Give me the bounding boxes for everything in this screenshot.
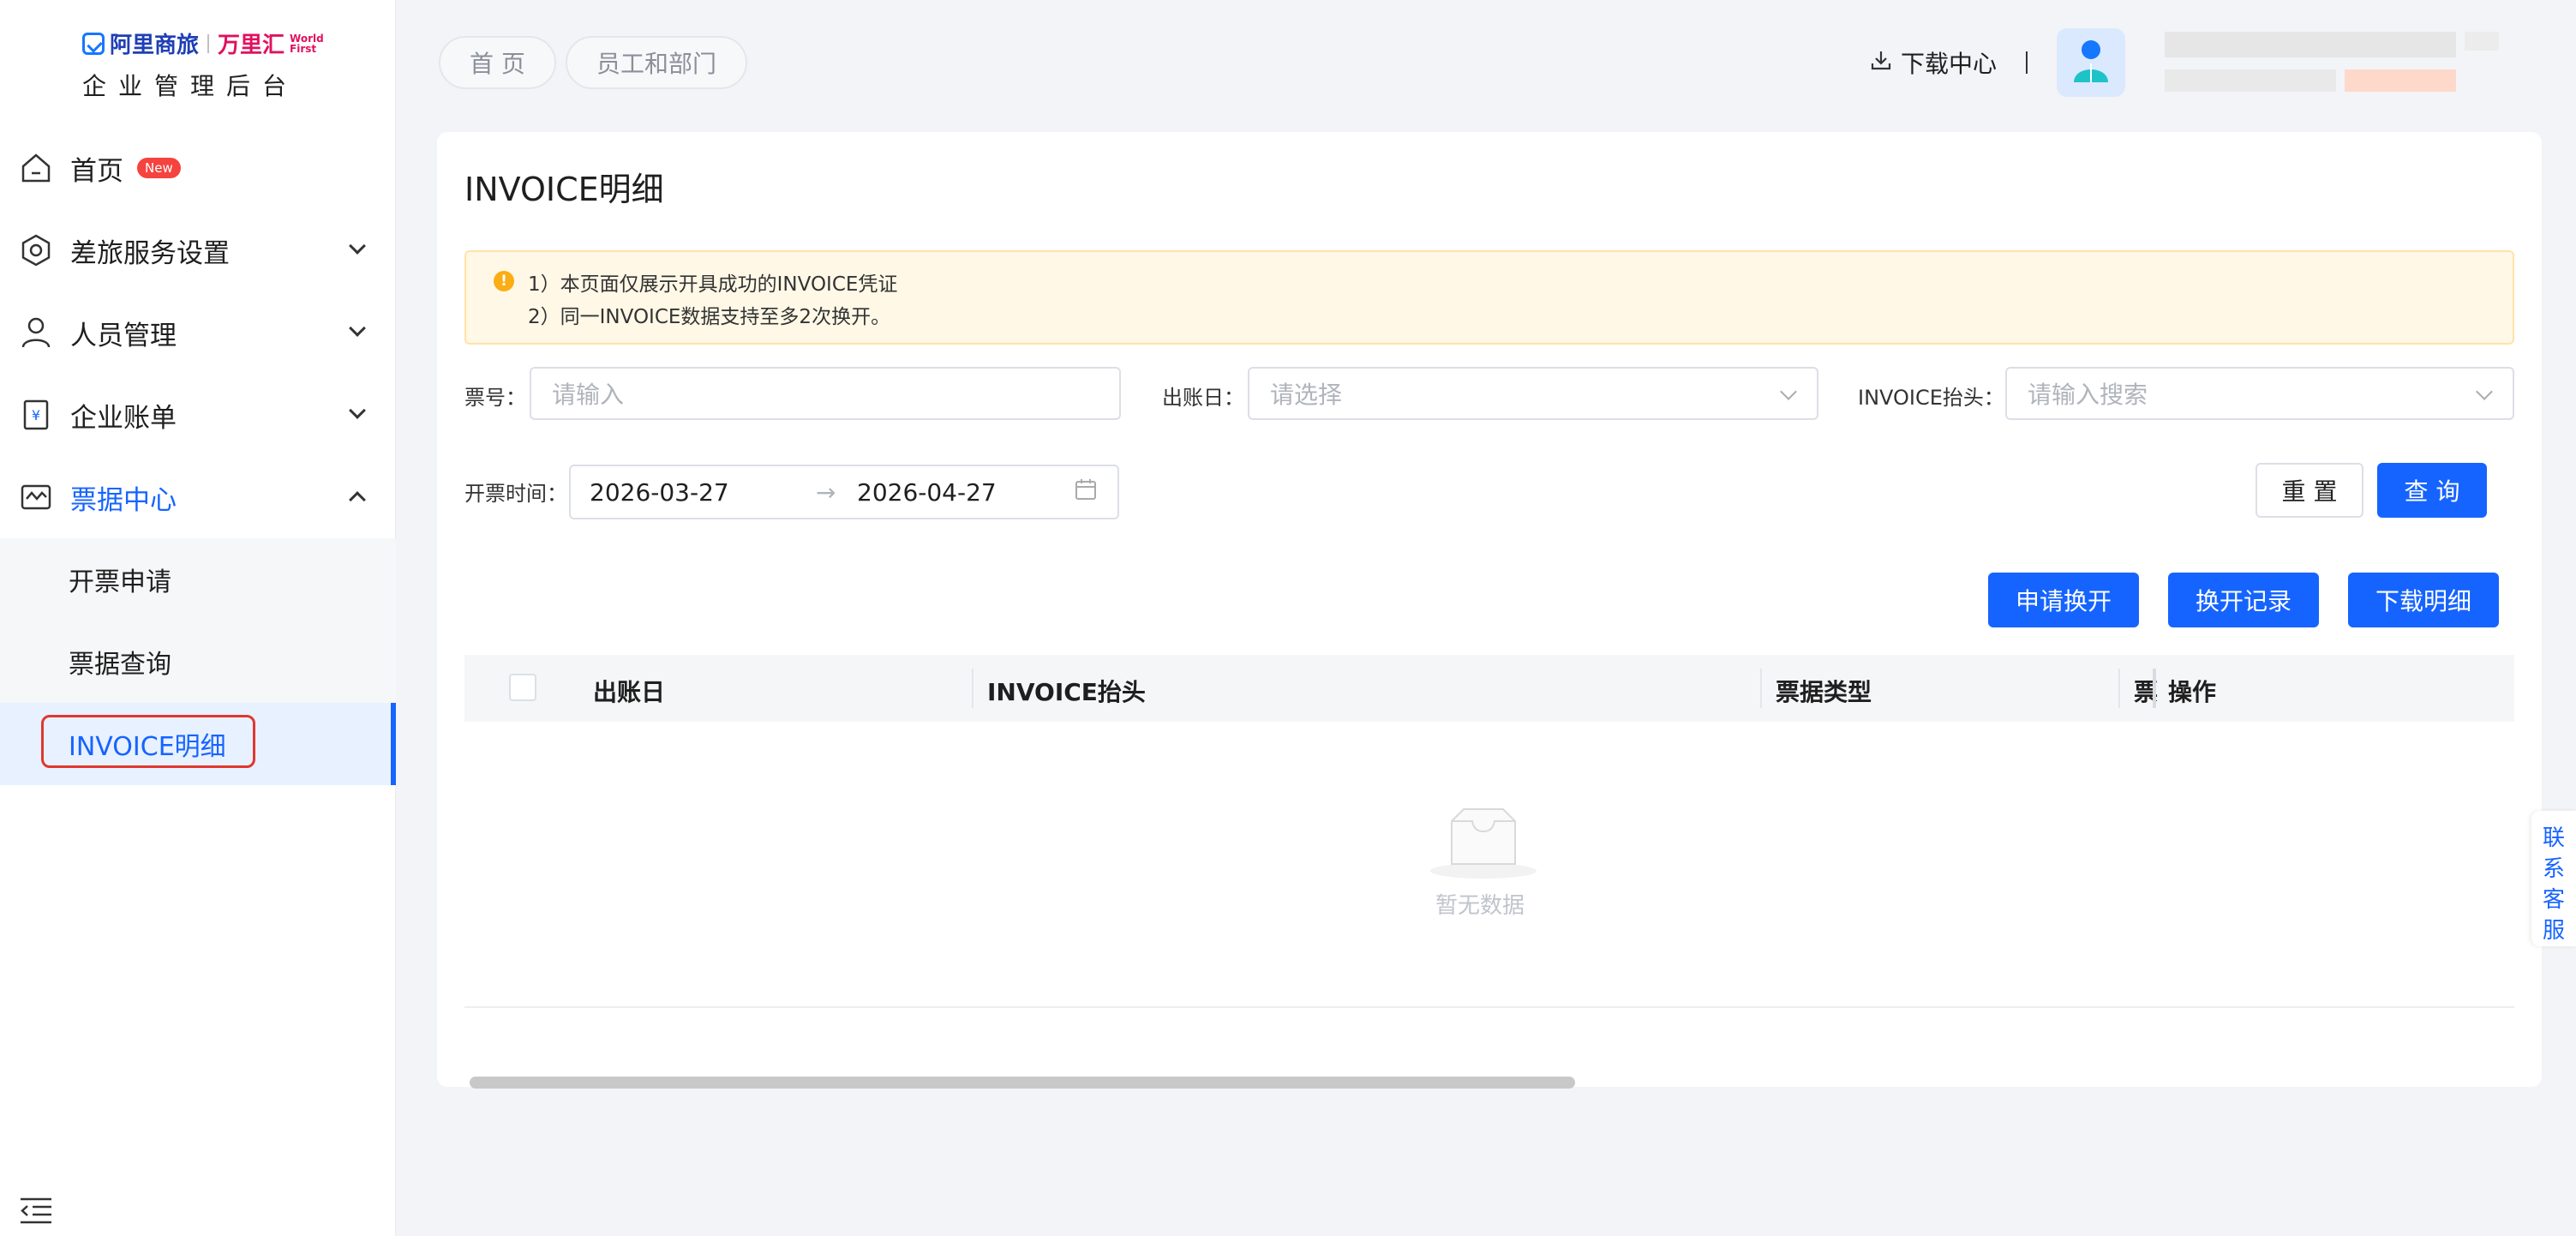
sidebar-subitem-invoice-apply[interactable]: 开票申请 bbox=[0, 538, 396, 621]
highlight-box bbox=[41, 715, 255, 768]
invoice-icon bbox=[19, 480, 53, 514]
apply-reissue-button[interactable]: 申请换开 bbox=[1988, 573, 2139, 627]
column-divider bbox=[972, 669, 973, 708]
reset-button[interactable]: 重 置 bbox=[2255, 463, 2363, 518]
blur-block bbox=[2465, 32, 2499, 51]
home-icon bbox=[19, 151, 53, 185]
blur-block bbox=[2165, 69, 2336, 92]
contact-support-label: 联系客服 bbox=[2542, 825, 2565, 944]
svg-text:¥: ¥ bbox=[32, 407, 40, 423]
date-end[interactable]: 2026-04-27 bbox=[857, 478, 997, 507]
sidebar-subitem-label: 票据查询 bbox=[69, 650, 171, 680]
header-divider bbox=[2026, 51, 2028, 74]
notice-line-1: 1）本页面仅展示开具成功的INVOICE凭证 bbox=[528, 273, 898, 296]
table-header: 出账日 INVOICE抬头 票据类型 票 操作 bbox=[464, 655, 2514, 722]
table-body: 暂无数据 bbox=[464, 722, 2514, 1089]
bill-date-placeholder: 请选择 bbox=[1270, 381, 1343, 409]
select-all-checkbox[interactable] bbox=[509, 674, 536, 701]
invoice-title-select[interactable]: 请输入搜索 bbox=[2005, 367, 2514, 420]
issue-time-range-picker[interactable]: 2026-03-27 → 2026-04-27 bbox=[569, 465, 1119, 519]
sidebar-item-home[interactable]: 首页 New bbox=[0, 127, 396, 209]
invoice-title-label: INVOICE抬头： bbox=[1858, 386, 2004, 410]
warning-icon: ! bbox=[494, 271, 514, 291]
header-right: 下载中心 bbox=[1870, 24, 2525, 101]
sidebar-item-invoice-center[interactable]: 票据中心 bbox=[0, 456, 396, 538]
invoice-submenu: 开票申请 票据查询 INVOICE明细 bbox=[0, 538, 396, 785]
notice-banner: ! 1）本页面仅展示开具成功的INVOICE凭证 2）同一INVOICE数据支持… bbox=[464, 250, 2514, 345]
sidebar-item-label: 人员管理 bbox=[70, 320, 177, 351]
blur-block bbox=[2345, 69, 2456, 92]
page-title: INVOICE明细 bbox=[464, 171, 664, 208]
logo-brand-b: 万里汇 bbox=[218, 33, 285, 58]
invoice-table: 出账日 INVOICE抬头 票据类型 票 操作 暂无数据 bbox=[464, 655, 2514, 1089]
sidebar: 阿里商旅 万里汇 World First 企业管理后台 首页 New 差旅服务设… bbox=[0, 0, 396, 1236]
bill-date-label: 出账日： bbox=[1162, 386, 1244, 410]
fixed-column-shadow bbox=[2153, 669, 2156, 708]
blur-block bbox=[2165, 32, 2456, 57]
column-divider bbox=[1760, 669, 1762, 708]
logo-subtitle: 企业管理后台 bbox=[82, 72, 299, 100]
empty-inbox-icon bbox=[1428, 804, 1539, 881]
user-avatar-icon bbox=[2070, 38, 2112, 87]
sidebar-item-travel-settings[interactable]: 差旅服务设置 bbox=[0, 209, 396, 291]
chevron-down-icon bbox=[349, 320, 366, 337]
logo-divider bbox=[207, 33, 210, 53]
issue-time-label: 开票时间： bbox=[464, 482, 567, 506]
sidebar-subitem-invoice-detail[interactable]: INVOICE明细 bbox=[0, 703, 396, 785]
new-badge: New bbox=[137, 158, 181, 178]
bill-date-select[interactable]: 请选择 bbox=[1248, 367, 1818, 420]
sidebar-item-label: 票据中心 bbox=[70, 484, 177, 516]
notice-line-2: 2）同一INVOICE数据支持至多2次换开。 bbox=[528, 306, 891, 328]
bill-icon: ¥ bbox=[19, 398, 53, 432]
chevron-up-icon bbox=[349, 491, 366, 508]
logo-brand-a: 阿里商旅 bbox=[110, 33, 200, 58]
sidebar-item-personnel[interactable]: 人员管理 bbox=[0, 291, 396, 374]
chevron-down-icon bbox=[349, 402, 366, 419]
invoice-title-placeholder: 请输入搜索 bbox=[2028, 381, 2148, 409]
column-header-bill-date[interactable]: 出账日 bbox=[593, 674, 665, 708]
column-divider bbox=[2118, 669, 2120, 708]
chevron-down-icon bbox=[1780, 383, 1797, 400]
download-icon bbox=[1870, 49, 1892, 77]
ticket-no-placeholder: 请输入 bbox=[552, 381, 625, 409]
empty-state-text: 暂无数据 bbox=[1435, 893, 1525, 919]
sidebar-menu: 首页 New 差旅服务设置 人员管理 ¥ 企业账单 票据中心 开票申请 票据查询… bbox=[0, 127, 396, 785]
download-center-label: 下载中心 bbox=[1900, 50, 1997, 78]
avatar[interactable] bbox=[2057, 28, 2125, 97]
column-header-ticket-type[interactable]: 票据类型 bbox=[1776, 674, 1872, 708]
chevron-down-icon bbox=[349, 237, 366, 255]
logo-wf-line2: First bbox=[290, 42, 317, 55]
date-start[interactable]: 2026-03-27 bbox=[590, 478, 729, 507]
logo-world-first: World First bbox=[290, 33, 324, 54]
sidebar-item-label: 差旅服务设置 bbox=[70, 237, 230, 269]
settings-icon bbox=[19, 233, 53, 267]
date-range-arrow: → bbox=[816, 478, 836, 507]
logo[interactable]: 阿里商旅 万里汇 World First 企业管理后台 bbox=[82, 27, 339, 102]
query-button[interactable]: 查 询 bbox=[2377, 463, 2487, 518]
horizontal-scrollbar[interactable] bbox=[470, 1077, 1575, 1089]
column-header-actions: 操作 bbox=[2168, 678, 2217, 706]
sidebar-item-bills[interactable]: ¥ 企业账单 bbox=[0, 374, 396, 456]
collapse-menu-icon[interactable] bbox=[19, 1197, 53, 1224]
sidebar-subitem-label: 开票申请 bbox=[69, 567, 171, 597]
ticket-no-label: 票号： bbox=[464, 386, 526, 410]
chevron-down-icon bbox=[2476, 383, 2493, 400]
download-detail-button[interactable]: 下载明细 bbox=[2348, 573, 2499, 627]
sidebar-item-label: 首页 bbox=[70, 155, 123, 187]
user-icon bbox=[19, 315, 53, 350]
ticket-no-input[interactable]: 请输入 bbox=[530, 367, 1121, 420]
download-center-link[interactable]: 下载中心 bbox=[1870, 45, 1997, 80]
main-card: INVOICE明细 ! 1）本页面仅展示开具成功的INVOICE凭证 2）同一I… bbox=[437, 132, 2542, 1089]
brand-logo-icon bbox=[82, 32, 105, 55]
contact-support-button[interactable]: 联系客服 bbox=[2531, 811, 2576, 946]
column-header-invoice-title[interactable]: INVOICE抬头 bbox=[987, 674, 1146, 708]
blurred-user-info[interactable] bbox=[2165, 28, 2525, 97]
breadcrumb-staff-dept[interactable]: 员工和部门 bbox=[566, 36, 748, 89]
sidebar-item-label: 企业账单 bbox=[70, 402, 177, 434]
reissue-records-button[interactable]: 换开记录 bbox=[2168, 573, 2319, 627]
sidebar-subitem-invoice-query[interactable]: 票据查询 bbox=[0, 621, 396, 703]
breadcrumb-home[interactable]: 首 页 bbox=[439, 36, 556, 89]
calendar-icon bbox=[1075, 478, 1097, 501]
